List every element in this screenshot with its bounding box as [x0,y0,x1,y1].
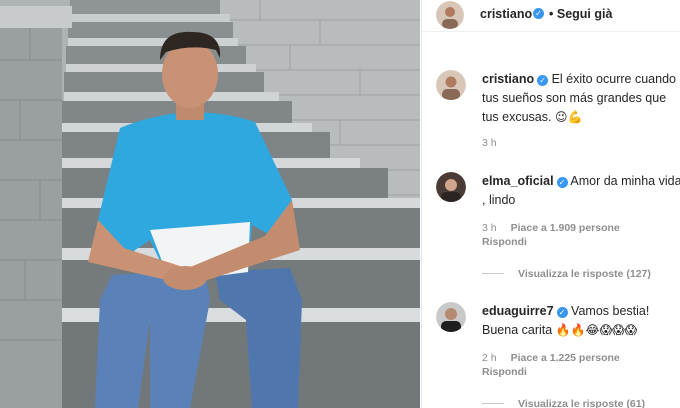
verified-badge-icon: ✓ [533,8,544,19]
comments-panel: cristiano ✓ • Segui già cristiano ✓ El éx… [421,0,680,408]
comment-likes[interactable]: Piace a 1.909 persone [511,222,620,234]
caption-emojis: 😉💪 [554,110,583,124]
author-avatar[interactable] [436,1,464,29]
comment-meta: 3 h Piace a 1.909 persone [482,222,620,234]
comment-meta: 2 h Piace a 1.225 persone [482,352,620,364]
comment-time: 2 h [482,352,497,364]
caption-time: 3 h [482,137,497,149]
comment-text: eduaguirre7 ✓ Vamos bestia! Buena carita … [482,302,680,340]
commenter-avatar[interactable] [436,302,466,332]
comment-text: elma_oficial ✓ Amor da minha vida , lindo [482,172,680,210]
header-separator: • [549,7,554,21]
verified-badge-icon: ✓ [556,177,568,188]
view-replies-label: Visualizza le risposte (127) [518,268,651,280]
replies-divider [482,273,504,274]
caption-avatar[interactable] [436,70,466,100]
replies-divider [482,403,504,404]
comment-emojis: 🔥🔥😂😱😱😱 [555,323,638,337]
comment-likes[interactable]: Piace a 1.225 persone [511,352,620,364]
caption-username[interactable]: cristiano [482,72,534,86]
verified-badge-icon: ✓ [556,307,568,318]
view-replies-label: Visualizza le risposte (61) [518,398,646,408]
commenter-username[interactable]: elma_oficial [482,174,554,188]
reply-button[interactable]: Rispondi [482,236,527,248]
caption-text: cristiano ✓ El éxito ocurre cuando tus su… [482,70,680,127]
follow-status[interactable]: • Segui già [549,7,612,21]
view-replies-button[interactable]: Visualizza le risposte (61) [482,398,645,408]
author-username[interactable]: cristiano [480,7,532,21]
commenter-username[interactable]: eduaguirre7 [482,304,554,318]
commenter-avatar[interactable] [436,172,466,202]
comment-time: 3 h [482,222,497,234]
post-photo[interactable] [0,0,420,408]
reply-button[interactable]: Rispondi [482,366,527,378]
view-replies-button[interactable]: Visualizza le risposte (127) [482,268,651,280]
verified-badge-icon: ✓ [537,75,549,86]
post-header: cristiano ✓ • Segui già [422,0,680,32]
photo-illustration [0,0,420,408]
follow-label: Segui già [556,7,613,21]
